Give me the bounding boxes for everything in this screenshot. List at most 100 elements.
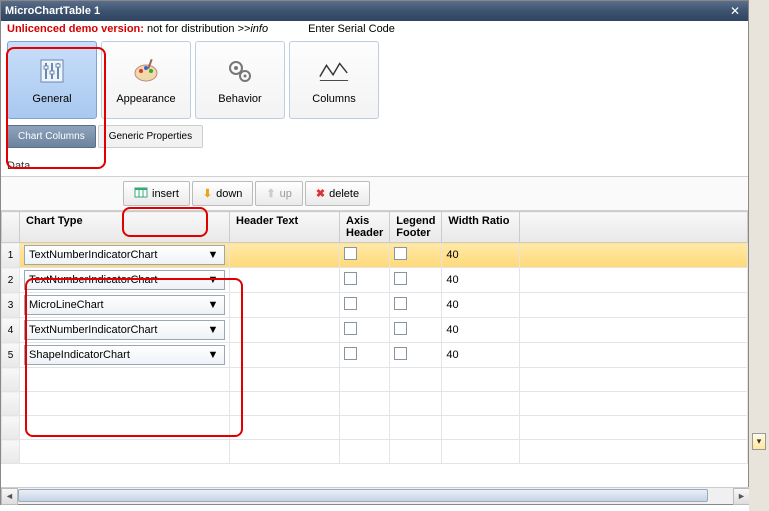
- section-data-label: Data: [1, 152, 748, 176]
- table-row-empty: [2, 392, 748, 416]
- chart-type-value: TextNumberIndicatorChart: [29, 249, 157, 261]
- table-row[interactable]: 5ShapeIndicatorChart▼40: [2, 343, 748, 368]
- cell-spacer: [520, 293, 748, 318]
- cell-legend-footer[interactable]: [390, 318, 442, 343]
- row-number: 1: [2, 243, 20, 268]
- enter-serial-link[interactable]: Enter Serial Code: [308, 23, 395, 35]
- chart-type-select[interactable]: TextNumberIndicatorChart▼: [24, 270, 225, 290]
- legend-checkbox[interactable]: [394, 247, 407, 260]
- cell-width-ratio[interactable]: 40: [442, 243, 520, 268]
- axis-checkbox[interactable]: [344, 272, 357, 285]
- chart-type-value: MicroLineChart: [29, 299, 104, 311]
- axis-checkbox[interactable]: [344, 322, 357, 335]
- cell-axis-header[interactable]: [340, 343, 390, 368]
- scroll-right-icon[interactable]: ►: [733, 488, 750, 505]
- axis-checkbox[interactable]: [344, 297, 357, 310]
- delete-icon: ✖: [316, 187, 325, 200]
- up-button[interactable]: ⬆ up: [255, 181, 302, 206]
- table-row[interactable]: 3 MicroLineChart ▼ 40: [2, 293, 748, 318]
- cell-axis-header[interactable]: [340, 293, 390, 318]
- line-chart-icon: [318, 55, 350, 87]
- axis-checkbox[interactable]: [344, 247, 357, 260]
- gears-icon: [224, 55, 256, 87]
- chevron-down-icon: ▼: [206, 299, 220, 311]
- row-number: 2: [2, 268, 20, 293]
- cell-header-text[interactable]: [230, 343, 340, 368]
- cell-chart-type[interactable]: MicroLineChart ▼: [20, 293, 230, 318]
- scroll-thumb[interactable]: [18, 489, 708, 502]
- cell-legend-footer[interactable]: [390, 243, 442, 268]
- cell-axis-header[interactable]: [340, 318, 390, 343]
- header-width-ratio[interactable]: Width Ratio: [442, 212, 520, 243]
- table-row-empty: [2, 416, 748, 440]
- cell-header-text[interactable]: [230, 318, 340, 343]
- cell-legend-footer[interactable]: [390, 343, 442, 368]
- row-number: 3: [2, 293, 20, 318]
- chart-type-value: ShapeIndicatorChart: [29, 349, 130, 361]
- ribbon-general[interactable]: General: [7, 41, 97, 119]
- cell-chart-type[interactable]: TextNumberIndicatorChart ▼: [20, 243, 230, 268]
- cell-legend-footer[interactable]: [390, 293, 442, 318]
- cell-chart-type[interactable]: ShapeIndicatorChart▼: [20, 343, 230, 368]
- table-row-empty: [2, 368, 748, 392]
- table-row[interactable]: 1 TextNumberIndicatorChart ▼ 40: [2, 243, 748, 268]
- chevron-down-icon: ▼: [206, 249, 220, 261]
- cell-spacer: [520, 268, 748, 293]
- window-title: MicroChartTable 1: [5, 5, 100, 17]
- ribbon-appearance[interactable]: Appearance: [101, 41, 191, 119]
- scroll-track[interactable]: [18, 488, 733, 504]
- chart-type-select[interactable]: TextNumberIndicatorChart ▼: [24, 245, 225, 265]
- insert-label: insert: [152, 188, 179, 200]
- delete-button[interactable]: ✖ delete: [305, 181, 370, 206]
- tab-generic-properties[interactable]: Generic Properties: [98, 125, 203, 148]
- legend-checkbox[interactable]: [394, 322, 407, 335]
- cell-header-text[interactable]: [230, 268, 340, 293]
- cell-axis-header[interactable]: [340, 268, 390, 293]
- cell-width-ratio[interactable]: 40: [442, 318, 520, 343]
- columns-table: Chart Type Header Text Axis Header Legen…: [1, 211, 748, 464]
- header-legend-footer[interactable]: Legend Footer: [390, 212, 442, 243]
- chart-type-select[interactable]: ShapeIndicatorChart▼: [24, 345, 225, 365]
- legend-checkbox[interactable]: [394, 297, 407, 310]
- ribbon-columns-label: Columns: [312, 93, 355, 105]
- cell-spacer: [520, 243, 748, 268]
- chart-type-select[interactable]: TextNumberIndicatorChart ▼: [24, 320, 225, 340]
- ribbon-behavior[interactable]: Behavior: [195, 41, 285, 119]
- side-widget[interactable]: ▾: [752, 433, 766, 450]
- horizontal-scrollbar[interactable]: ◄ ►: [1, 487, 750, 504]
- header-chart-type[interactable]: Chart Type: [20, 212, 230, 243]
- cell-width-ratio[interactable]: 40: [442, 268, 520, 293]
- tab-chart-columns[interactable]: Chart Columns: [7, 125, 96, 148]
- cell-width-ratio[interactable]: 40: [442, 343, 520, 368]
- down-button[interactable]: ⬇ down: [192, 181, 254, 206]
- header-axis-header[interactable]: Axis Header: [340, 212, 390, 243]
- cell-header-text[interactable]: [230, 243, 340, 268]
- cell-chart-type[interactable]: TextNumberIndicatorChart ▼: [20, 318, 230, 343]
- legend-checkbox[interactable]: [394, 272, 407, 285]
- table-row[interactable]: 2TextNumberIndicatorChart▼ 40: [2, 268, 748, 293]
- axis-checkbox[interactable]: [344, 347, 357, 360]
- cell-axis-header[interactable]: [340, 243, 390, 268]
- cell-header-text[interactable]: [230, 293, 340, 318]
- chevron-down-icon: ▼: [206, 274, 220, 286]
- cell-chart-type[interactable]: TextNumberIndicatorChart▼: [20, 268, 230, 293]
- cell-legend-footer[interactable]: [390, 268, 442, 293]
- header-header-text[interactable]: Header Text: [230, 212, 340, 243]
- chart-type-value: TextNumberIndicatorChart: [29, 324, 157, 336]
- scroll-left-icon[interactable]: ◄: [1, 488, 18, 505]
- legend-checkbox[interactable]: [394, 347, 407, 360]
- notice-row: Unlicenced demo version: not for distrib…: [1, 21, 748, 37]
- cell-width-ratio[interactable]: 40: [442, 293, 520, 318]
- chart-type-select[interactable]: MicroLineChart ▼: [24, 295, 225, 315]
- ribbon-columns[interactable]: Columns: [289, 41, 379, 119]
- table-row[interactable]: 4TextNumberIndicatorChart▼40: [2, 318, 748, 343]
- distribution-label: not for distribution: [147, 23, 234, 35]
- chevron-down-icon: ▼: [206, 324, 220, 336]
- up-label: up: [280, 188, 292, 200]
- info-link[interactable]: >>info: [238, 23, 269, 35]
- insert-button[interactable]: insert: [123, 181, 190, 206]
- rownum-header: [2, 212, 20, 243]
- close-icon[interactable]: ✕: [726, 4, 744, 18]
- down-label: down: [216, 188, 242, 200]
- cell-spacer: [520, 343, 748, 368]
